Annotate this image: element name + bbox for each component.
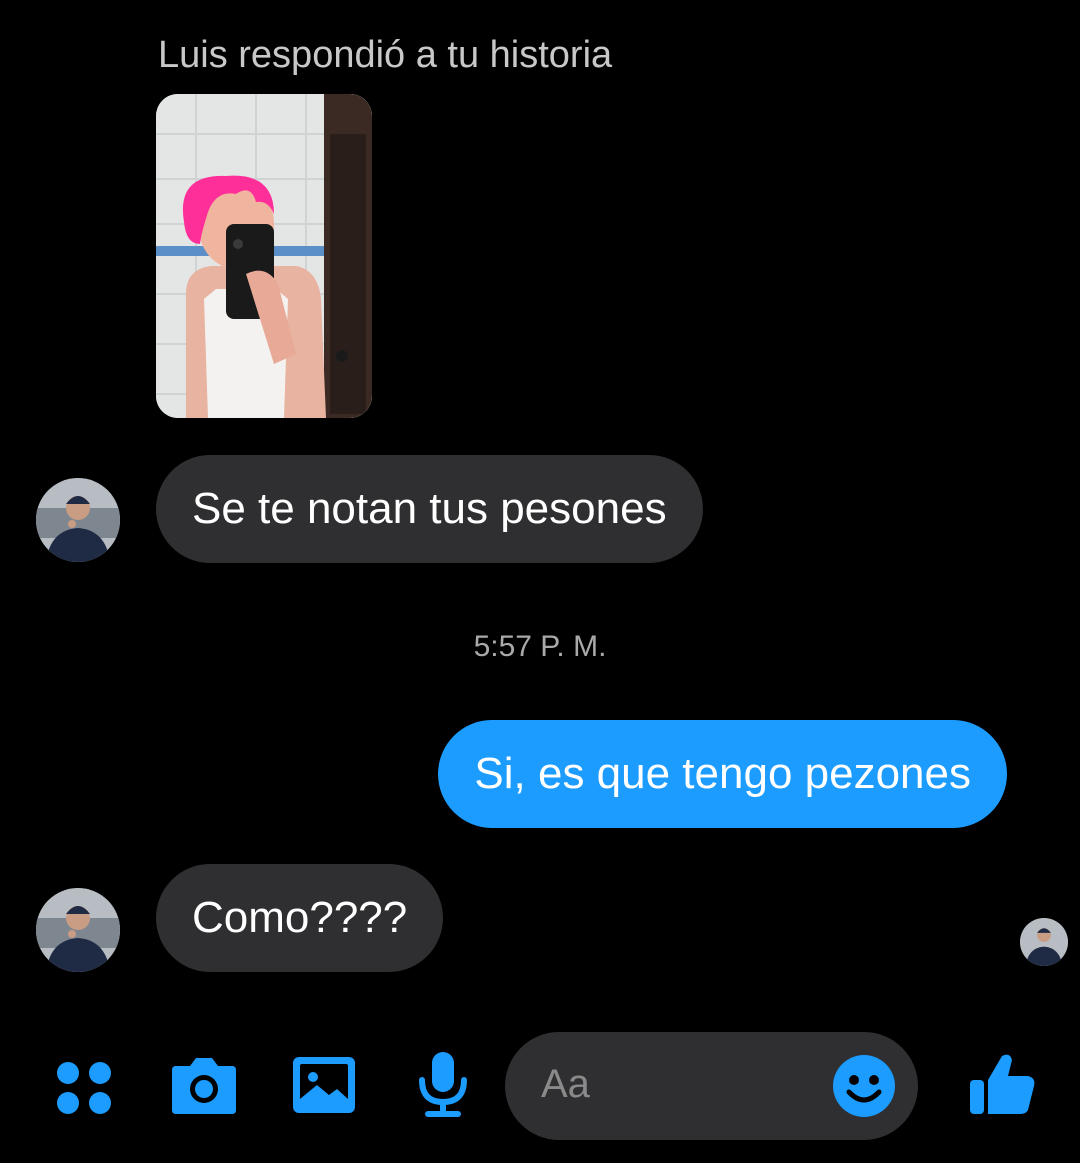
apps-grid-icon[interactable] xyxy=(56,1060,112,1121)
message-timestamp: 5:57 P. M. xyxy=(473,630,607,663)
emoji-icon[interactable] xyxy=(832,1054,896,1118)
message-input[interactable]: Aa xyxy=(505,1032,918,1140)
camera-icon[interactable] xyxy=(170,1054,238,1121)
contact-avatar[interactable] xyxy=(36,478,120,562)
message-bubble-outgoing[interactable]: Si, es que tengo pezones xyxy=(438,720,1007,828)
message-bubble-incoming[interactable]: Como???? xyxy=(156,864,444,972)
seen-indicator-avatar xyxy=(1020,918,1068,966)
message-input-placeholder: Aa xyxy=(541,1062,590,1106)
gallery-icon[interactable] xyxy=(291,1055,357,1120)
microphone-icon[interactable] xyxy=(416,1050,470,1123)
story-reply-label: Luis respondió a tu historia xyxy=(158,34,613,76)
contact-avatar[interactable] xyxy=(36,888,120,972)
story-thumbnail[interactable] xyxy=(156,94,372,418)
thumbs-up-icon[interactable] xyxy=(968,1050,1036,1123)
message-bubble-incoming[interactable]: Se te notan tus pesones xyxy=(156,455,703,563)
